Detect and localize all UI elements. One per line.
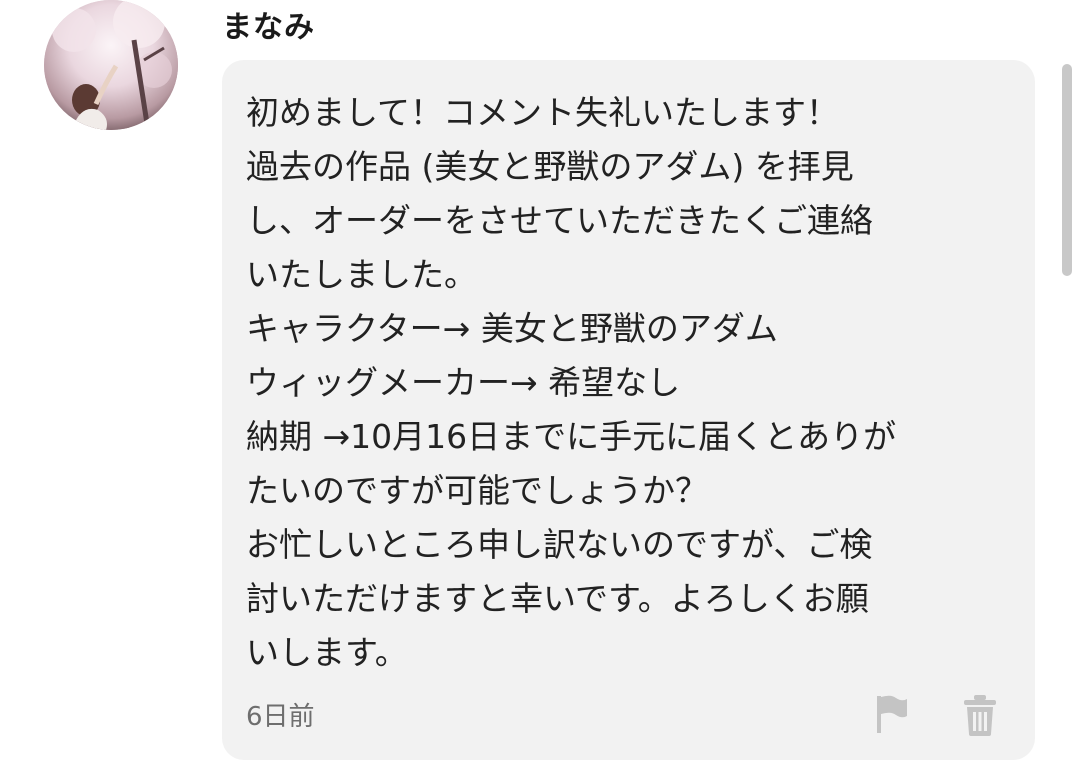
comment-page: まなみ 初めまして！コメント失礼いたします！ 過去の作品 (美女と野獣のアダム)… xyxy=(0,0,1080,765)
message-line: 討いただけますと幸いです。よろしくお願 xyxy=(246,579,869,618)
comment-timestamp: 6日前 xyxy=(246,702,315,732)
message-line: いたしました。 xyxy=(246,255,477,294)
comment-text: 初めまして！コメント失礼いたします！ 過去の作品 (美女と野獣のアダム) を拝見… xyxy=(246,86,1016,680)
avatar-photo-icon xyxy=(44,0,178,130)
message-line: し、オーダーをさせていただきたくご連絡 xyxy=(246,201,873,240)
message-line: たいのですが可能でしょうか？ xyxy=(246,471,708,510)
trash-icon[interactable] xyxy=(962,694,998,736)
message-line: 過去の作品 (美女と野獣のアダム) を拝見 xyxy=(246,147,854,186)
message-line: ウィッグメーカー→ 希望なし xyxy=(246,363,681,402)
flag-icon[interactable] xyxy=(874,694,910,734)
author-name[interactable]: まなみ xyxy=(222,2,315,46)
message-line: キャラクター→ 美女と野獣のアダム xyxy=(246,309,778,348)
message-line: お忙しいところ申し訳ないのですが、ご検 xyxy=(246,525,873,564)
scrollbar[interactable] xyxy=(1062,64,1072,276)
message-line: 納期 →10月16日までに手元に届くとありが xyxy=(246,417,897,456)
message-line: いします。 xyxy=(246,633,408,672)
message-line: 初めまして！コメント失礼いたします！ xyxy=(246,93,840,132)
comment-bubble: 初めまして！コメント失礼いたします！ 過去の作品 (美女と野獣のアダム) を拝見… xyxy=(222,60,1035,760)
avatar[interactable] xyxy=(44,0,178,130)
